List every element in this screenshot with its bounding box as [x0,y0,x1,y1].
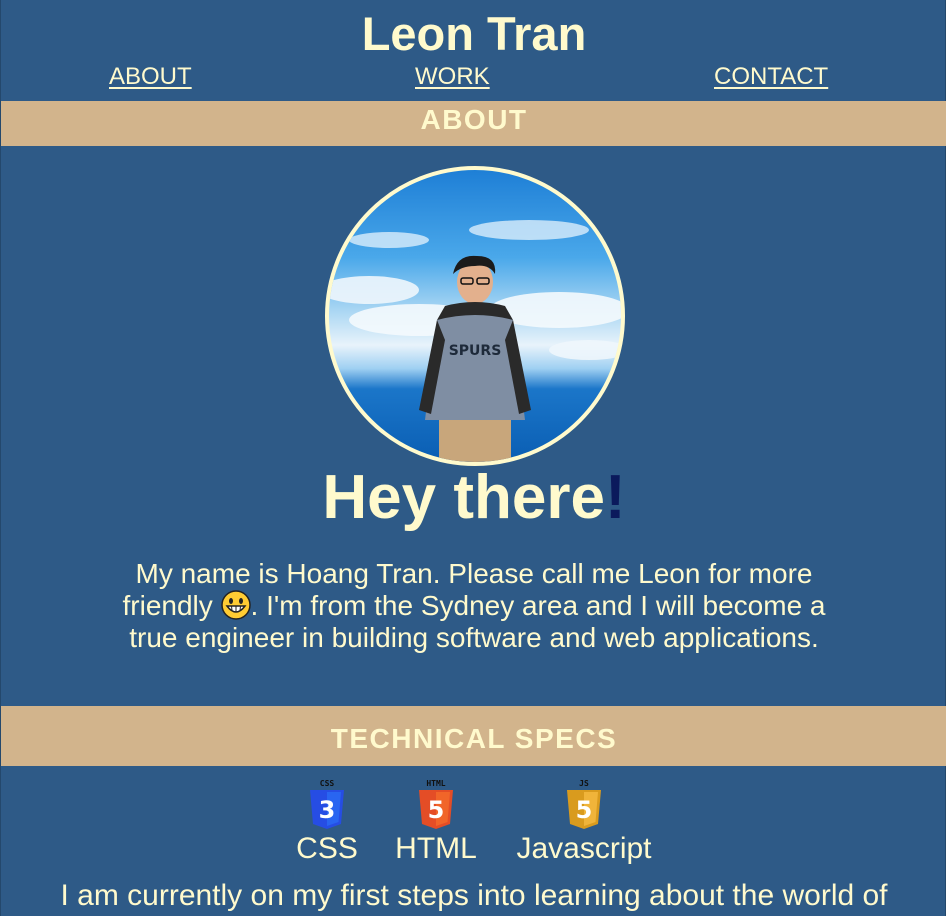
about-section-heading: ABOUT [1,101,946,146]
nav-link-work[interactable]: WORK [415,60,490,94]
skill-javascript-label: Javascript [516,832,652,865]
svg-text:JS: JS [579,779,589,788]
intro-paragraph: My name is Hoang Tran. Please call me Le… [121,558,827,654]
skill-javascript: JS 5 Javascript [511,778,657,866]
svg-text:3: 3 [319,796,336,824]
css3-icon: CSS 3 [310,779,344,829]
learning-paragraph: I am currently on my first steps into le… [60,879,888,912]
profile-photo: SPURS [325,166,625,466]
greeting-punctuation: ! [604,463,626,532]
js-icon: JS 5 [567,779,601,829]
skill-css: CSS 3 CSS [293,778,361,866]
grinning-face-icon [220,590,251,620]
svg-text:SPURS: SPURS [449,343,502,359]
nav-link-about[interactable]: ABOUT [109,60,192,94]
page: Leon Tran ABOUT WORK CONTACT ABOUT SPURS [0,0,946,916]
svg-text:CSS: CSS [320,779,335,788]
greeting-text: Hey there [322,463,605,532]
skill-html-label: HTML [395,832,477,865]
svg-text:5: 5 [428,796,445,824]
skill-css-label: CSS [296,832,358,865]
skills-list: CSS 3 CSS HTML 5 HTML JS 5 Javascript [1,778,946,868]
skill-html: HTML 5 HTML [391,778,481,866]
svg-text:HTML: HTML [426,779,445,788]
main-nav: ABOUT WORK CONTACT [1,60,946,96]
nav-link-contact[interactable]: CONTACT [714,60,828,94]
html5-icon: HTML 5 [419,779,453,829]
greeting-heading: Hey there! [1,462,946,534]
technical-specs-heading: TECHNICAL SPECS [1,706,946,766]
site-title: Leon Tran [361,7,587,60]
svg-text:5: 5 [576,796,593,824]
